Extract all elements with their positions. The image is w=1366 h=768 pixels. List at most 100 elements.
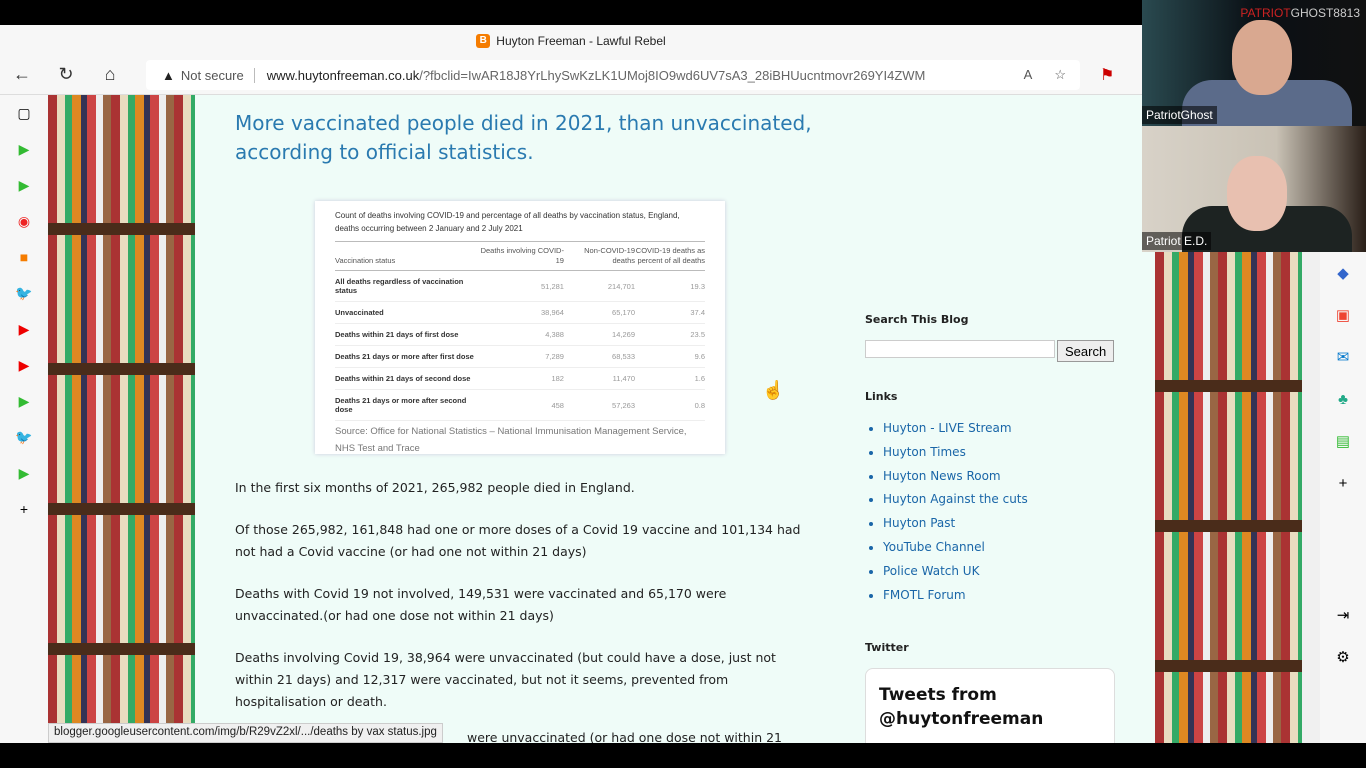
table-row: Unvaccinated 38,964 65,170 37.4 <box>335 301 705 324</box>
youtube-icon[interactable]: ▶ <box>0 311 48 347</box>
rumble-icon[interactable]: ▶ <box>0 131 48 167</box>
table-caption: Count of deaths involving COVID-19 and p… <box>335 211 680 233</box>
add-icon[interactable]: + <box>0 491 48 527</box>
tab-title: Huyton Freeman - Lawful Rebel <box>496 34 666 48</box>
cell: 1.6 <box>635 367 705 390</box>
add-icon[interactable]: + <box>1320 462 1366 504</box>
youtube-icon[interactable]: ▶ <box>0 347 48 383</box>
cell: 23.5 <box>635 323 705 346</box>
title-bar: B Huyton Freeman - Lawful Rebel <box>0 25 1142 57</box>
table-row: Deaths within 21 days of first dose 4,388… <box>335 323 705 346</box>
settings-icon[interactable]: ⚙ <box>1320 636 1366 678</box>
back-button[interactable]: ← <box>0 64 44 85</box>
video-participant-2: Patriot E.D. <box>1142 126 1366 252</box>
cell: All deaths regardless of vaccination sta… <box>335 270 479 302</box>
hand-cursor-icon: ☝ <box>762 380 785 400</box>
browser-chrome: B Huyton Freeman - Lawful Rebel ← ↻ ⌂ ▲ N… <box>0 25 1142 95</box>
paragraph: Deaths with Covid 19 not involved, 149,5… <box>235 586 727 623</box>
refresh-button[interactable]: ↻ <box>44 64 88 85</box>
link-item[interactable]: Huyton Past <box>883 512 1115 536</box>
cell: Unvaccinated <box>335 301 479 324</box>
search-input[interactable] <box>865 340 1055 358</box>
rumble-icon[interactable]: ▶ <box>0 455 48 491</box>
cell: 37.4 <box>635 301 705 324</box>
outlook-icon[interactable]: ✉ <box>1320 336 1366 378</box>
read-aloud-icon[interactable]: A <box>1024 67 1033 83</box>
cell: 57,263 <box>563 389 635 421</box>
table-source: Source: Office for National Statistics –… <box>335 426 687 454</box>
rumble-icon[interactable]: ▶ <box>0 383 48 419</box>
url-host: www.huytonfreeman.co.uk <box>266 67 420 83</box>
table-row: Deaths 21 days or more after second dose… <box>335 389 705 421</box>
participant-name: PatriotGhost <box>1142 106 1217 124</box>
scrollbar[interactable] <box>1302 252 1320 743</box>
cell: 11,470 <box>563 367 635 390</box>
channel-brand: PATRIOTGHOST8813 <box>1240 6 1360 20</box>
cell: 19.3 <box>635 270 705 302</box>
table-header: Non-COVID-19 deaths <box>563 241 635 271</box>
left-sidebar: ▢ ▶ ▶ ◉ ■ 🐦 ▶ ▶ ▶ 🐦 ▶ + <box>0 95 48 743</box>
cell: 458 <box>478 389 564 421</box>
app-icon[interactable]: ▤ <box>1320 420 1366 462</box>
cell: 9.6 <box>635 345 705 368</box>
search-button[interactable]: Search <box>1057 340 1115 362</box>
link-item[interactable]: Huyton News Room <box>883 465 1115 489</box>
rumble-icon[interactable]: ▶ <box>0 167 48 203</box>
link-item[interactable]: Huyton Times <box>883 441 1115 465</box>
cell: Deaths within 21 days of second dose <box>335 367 479 390</box>
participant-name: Patriot E.D. <box>1142 232 1212 250</box>
cell: 38,964 <box>478 301 564 324</box>
tabs-icon[interactable]: ▢ <box>0 95 48 131</box>
cell: 65,170 <box>563 301 635 324</box>
links-list: Huyton - LIVE Stream Huyton Times Huyton… <box>865 417 1115 607</box>
app-icon[interactable]: ◆ <box>1320 252 1366 294</box>
bookshelf-background <box>1155 252 1302 743</box>
security-label[interactable]: Not secure <box>181 67 255 83</box>
right-sidebar: ◆ ▣ ✉ ♣ ▤ + ⇥ ⚙ <box>1320 252 1366 743</box>
paragraph: Deaths involving Covid 19, 38,964 were u… <box>235 650 776 709</box>
extension-icon[interactable]: ⚑ <box>1100 65 1114 85</box>
table-row: Deaths within 21 days of second dose 182 1… <box>335 367 705 390</box>
cell: Deaths within 21 days of first dose <box>335 323 479 346</box>
panel-icon[interactable]: ⇥ <box>1320 594 1366 636</box>
cell: 182 <box>478 367 564 390</box>
tree-icon[interactable]: ♣ <box>1320 378 1366 420</box>
cell: Deaths 21 days or more after second dose <box>335 389 479 421</box>
office-icon[interactable]: ▣ <box>1320 294 1366 336</box>
paragraph: Of those 265,982, 161,848 had one or mor… <box>235 522 801 559</box>
stats-table-image[interactable]: Count of deaths involving COVID-19 and p… <box>315 201 725 454</box>
table-header: Vaccination status <box>335 241 479 271</box>
search-title: Search This Blog <box>865 313 969 326</box>
video-participant-1: PATRIOTGHOST8813 PatriotGhost <box>1142 0 1366 126</box>
stats-table: Vaccination status Deaths involving COVID… <box>335 241 705 421</box>
app-icon[interactable]: ◉ <box>0 203 48 239</box>
status-bar-url: blogger.googleusercontent.com/img/b/R29v… <box>48 723 443 743</box>
link-item[interactable]: FMOTL Forum <box>883 584 1115 608</box>
twitter-title: Twitter <box>865 641 909 655</box>
cell: 51,281 <box>478 270 564 302</box>
cell: 4,388 <box>478 323 564 346</box>
blogger-icon[interactable]: ■ <box>0 239 48 275</box>
cell: 214,701 <box>563 270 635 302</box>
twitter-widget[interactable]: Tweets from @huytonfreeman <box>865 668 1115 743</box>
link-item[interactable]: Huyton - LIVE Stream <box>883 417 1115 441</box>
table-header: COVID-19 deaths as percent of all deaths <box>635 241 705 271</box>
link-item[interactable]: Police Watch UK <box>883 560 1115 584</box>
blogger-icon: B <box>476 34 491 48</box>
home-button[interactable]: ⌂ <box>88 64 132 85</box>
post-body: In the first six months of 2021, 265,982… <box>235 477 805 743</box>
twitter-icon[interactable]: 🐦 <box>0 275 48 311</box>
blog-content: More vaccinated people died in 2021, tha… <box>195 95 1155 743</box>
post-title[interactable]: More vaccinated people died in 2021, tha… <box>235 109 815 167</box>
cell: 14,269 <box>563 323 635 346</box>
link-item[interactable]: Huyton Against the cuts <box>883 488 1115 512</box>
table-row: All deaths regardless of vaccination sta… <box>335 270 705 302</box>
blog-sidebar: Search This Blog Search Links Huyton - L… <box>865 313 1115 743</box>
address-bar[interactable]: ▲ Not secure www.huytonfreeman.co.uk/?fb… <box>146 60 1080 90</box>
cell: 68,533 <box>563 345 635 368</box>
link-item[interactable]: YouTube Channel <box>883 536 1115 560</box>
favorite-icon[interactable]: ☆ <box>1054 67 1066 83</box>
table-header: Deaths involving COVID-19 <box>478 241 564 271</box>
cell: 7,289 <box>478 345 564 368</box>
twitter-icon[interactable]: 🐦 <box>0 419 48 455</box>
